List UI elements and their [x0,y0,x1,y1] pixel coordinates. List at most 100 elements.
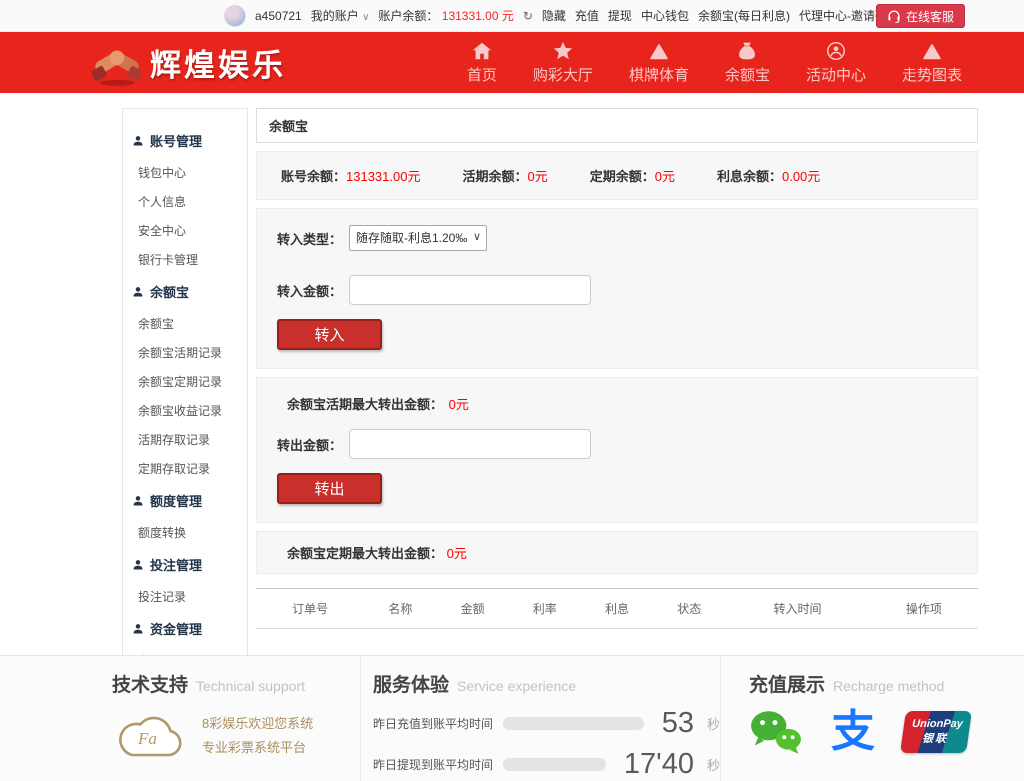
interest-balance-label: 利息余额： [717,169,782,184]
transfer-in-type-label: 转入类型： [277,229,349,248]
topbar: a450721 我的账户 ∨ 账户余额： 131331.00 元 ↻ 隐藏 充值… [0,0,1024,32]
withdraw-link[interactable]: 提现 [608,7,632,24]
sidebar-item-quota-convert[interactable]: 额度转换 [123,518,247,547]
sidebar-item-security-center[interactable]: 安全中心 [123,216,247,245]
headset-icon [887,9,901,23]
sidebar-section-funds[interactable]: 资金管理 [123,611,247,646]
tech-line-2: 专业彩票系统平台 [202,736,313,760]
fixed-max-transfer-out-value: 0元 [447,546,467,561]
yuebao-link[interactable]: 余额宝(每日利息) [698,7,790,24]
transfer-out-amount-input[interactable] [349,429,591,459]
current-balance-label: 活期余额： [462,169,527,184]
footer-tech-support: 技术支持 Technical support Fa 8彩娱乐欢迎您系统 专业彩票… [0,656,360,781]
money-bag-icon [736,40,758,62]
sidebar-item-yuebao-fixed-records[interactable]: 余额宝定期记录 [123,367,247,396]
balance-summary: 账号余额：131331.00元 活期余额：0元 定期余额：0元 利息余额：0.0… [256,151,978,200]
nav-item-lottery-hall[interactable]: 购彩大厅 [533,40,593,85]
current-max-transfer-out-value: 0元 [449,397,469,412]
page-title: 余额宝 [256,108,978,143]
sidebar-item-wallet-center[interactable]: 钱包中心 [123,158,247,187]
cloud-logo: Fa [112,709,190,763]
username: a450721 [255,9,302,23]
sidebar-item-yuebao[interactable]: 余额宝 [123,309,247,338]
fixed-balance-label: 定期余额： [590,169,655,184]
deposit-time-value: 53 [662,709,694,738]
fixed-balance-value: 0元 [655,169,675,184]
sidebar-section-betting[interactable]: 投注管理 [123,547,247,582]
interest-balance-value: 0.00元 [782,169,820,184]
sidebar-item-yuebao-current-records[interactable]: 余额宝活期记录 [123,338,247,367]
service-experience-title: 服务体验 [373,670,449,697]
brand-logo[interactable]: 辉煌娱乐 [92,40,286,86]
sidebar-item-fixed-deposit-records[interactable]: 定期存取记录 [123,454,247,483]
transfer-in-amount-input[interactable] [349,275,591,305]
sidebar-section-yuebao[interactable]: 余额宝 [123,274,247,309]
fixed-max-transfer-out-label: 余额宝定期最大转出金额： [287,546,443,561]
transfer-in-type-select[interactable]: 随存随取-利息1.20‰ [349,225,487,251]
records-table: 订单号 名称 金额 利率 利息 状态 转入时间 操作项 [256,588,978,629]
sidebar-item-yuebao-income-records[interactable]: 余额宝收益记录 [123,396,247,425]
sidebar-item-bank-card[interactable]: 银行卡管理 [123,245,247,274]
withdraw-time-unit: 秒 [707,755,720,774]
hide-balance-link[interactable]: 隐藏 [542,7,566,24]
transfer-in-amount-label: 转入金额： [277,281,349,300]
sidebar-item-bet-records[interactable]: 投注记录 [123,582,247,611]
star-icon [552,40,574,62]
chevron-down-icon: ∨ [362,12,369,23]
page: a450721 我的账户 ∨ 账户余额： 131331.00 元 ↻ 隐藏 充值… [0,0,1024,781]
unionpay-icon: UnionPay 银联 [900,711,972,753]
footer-service-experience: 服务体验 Service experience 昨日充值到账平均时间 53 秒 … [360,656,720,781]
recharge-link[interactable]: 充值 [575,7,599,24]
transfer-out-button[interactable]: 转出 [277,473,382,504]
user-icon [132,495,144,507]
fixed-max-panel: 余额宝定期最大转出金额： 0元 [256,531,978,574]
nav-item-trend-charts[interactable]: 走势图表 [902,40,962,85]
transfer-in-panel: 转入类型： 随存随取-利息1.20‰ ∨ 转入金额： 转入 [256,208,978,369]
cloud-logo-text: Fa [138,729,157,749]
transfer-in-button[interactable]: 转入 [277,319,382,350]
nav-item-home[interactable]: 首页 [467,40,497,85]
footer-recharge-methods: 充值展示 Recharge method 支 UnionPay 银联 [720,656,1024,781]
current-balance-value: 0元 [527,169,547,184]
col-actions: 操作项 [870,589,978,629]
brand-title: 辉煌娱乐 [150,40,286,85]
sidebar-item-personal-info[interactable]: 个人信息 [123,187,247,216]
user-circle-icon [825,40,847,62]
nav-item-games-sports[interactable]: 棋牌体育 [629,40,689,85]
col-transfer-time: 转入时间 [725,589,869,629]
balance-label: 账户余额： [378,9,438,23]
user-icon [132,559,144,571]
withdraw-time-bar-track [503,758,606,771]
online-service-button[interactable]: 在线客服 [876,4,965,28]
withdraw-time-value: 17'40 [624,750,694,779]
nav-menu: 首页 购彩大厅 棋牌体育 余额宝 [467,32,962,93]
balance: 账户余额： 131331.00 元 [378,7,513,24]
deposit-time-bar-track [503,717,644,730]
nav-item-activity-center[interactable]: 活动中心 [806,40,866,85]
col-rate: 利率 [509,589,581,629]
user-icon [132,623,144,635]
my-account-menu[interactable]: 我的账户 ∨ [311,7,370,24]
recharge-subtitle: Recharge method [833,678,944,694]
triangle-icon [648,40,670,62]
tech-support-title: 技术支持 [112,670,188,697]
sidebar-section-quota[interactable]: 额度管理 [123,483,247,518]
refresh-icon[interactable]: ↻ [523,9,533,23]
deposit-time-unit: 秒 [707,714,720,733]
col-amount: 金额 [436,589,508,629]
content: 余额宝 账号余额：131331.00元 活期余额：0元 定期余额：0元 利息余额… [256,108,978,629]
sidebar-item-current-deposit-records[interactable]: 活期存取记录 [123,425,247,454]
nav-item-yuebao[interactable]: 余额宝 [725,40,770,85]
tech-support-subtitle: Technical support [196,678,305,694]
sidebar-section-account[interactable]: 账号管理 [123,123,247,158]
footer: 技术支持 Technical support Fa 8彩娱乐欢迎您系统 专业彩票… [0,655,1024,781]
center-wallet-link[interactable]: 中心钱包 [641,7,689,24]
home-icon [471,40,493,62]
navbar: 辉煌娱乐 首页 购彩大厅 棋牌体育 余额宝 [0,32,1024,93]
handshake-logo-icon [92,40,142,86]
withdraw-time-label: 昨日提现到账平均时间 [373,756,493,773]
deposit-time-label: 昨日充值到账平均时间 [373,715,493,732]
avatar[interactable] [224,5,246,27]
transfer-out-panel: 余额宝活期最大转出金额： 0元 转出金额： 转出 [256,377,978,523]
balance-value: 131331.00 元 [442,9,514,23]
